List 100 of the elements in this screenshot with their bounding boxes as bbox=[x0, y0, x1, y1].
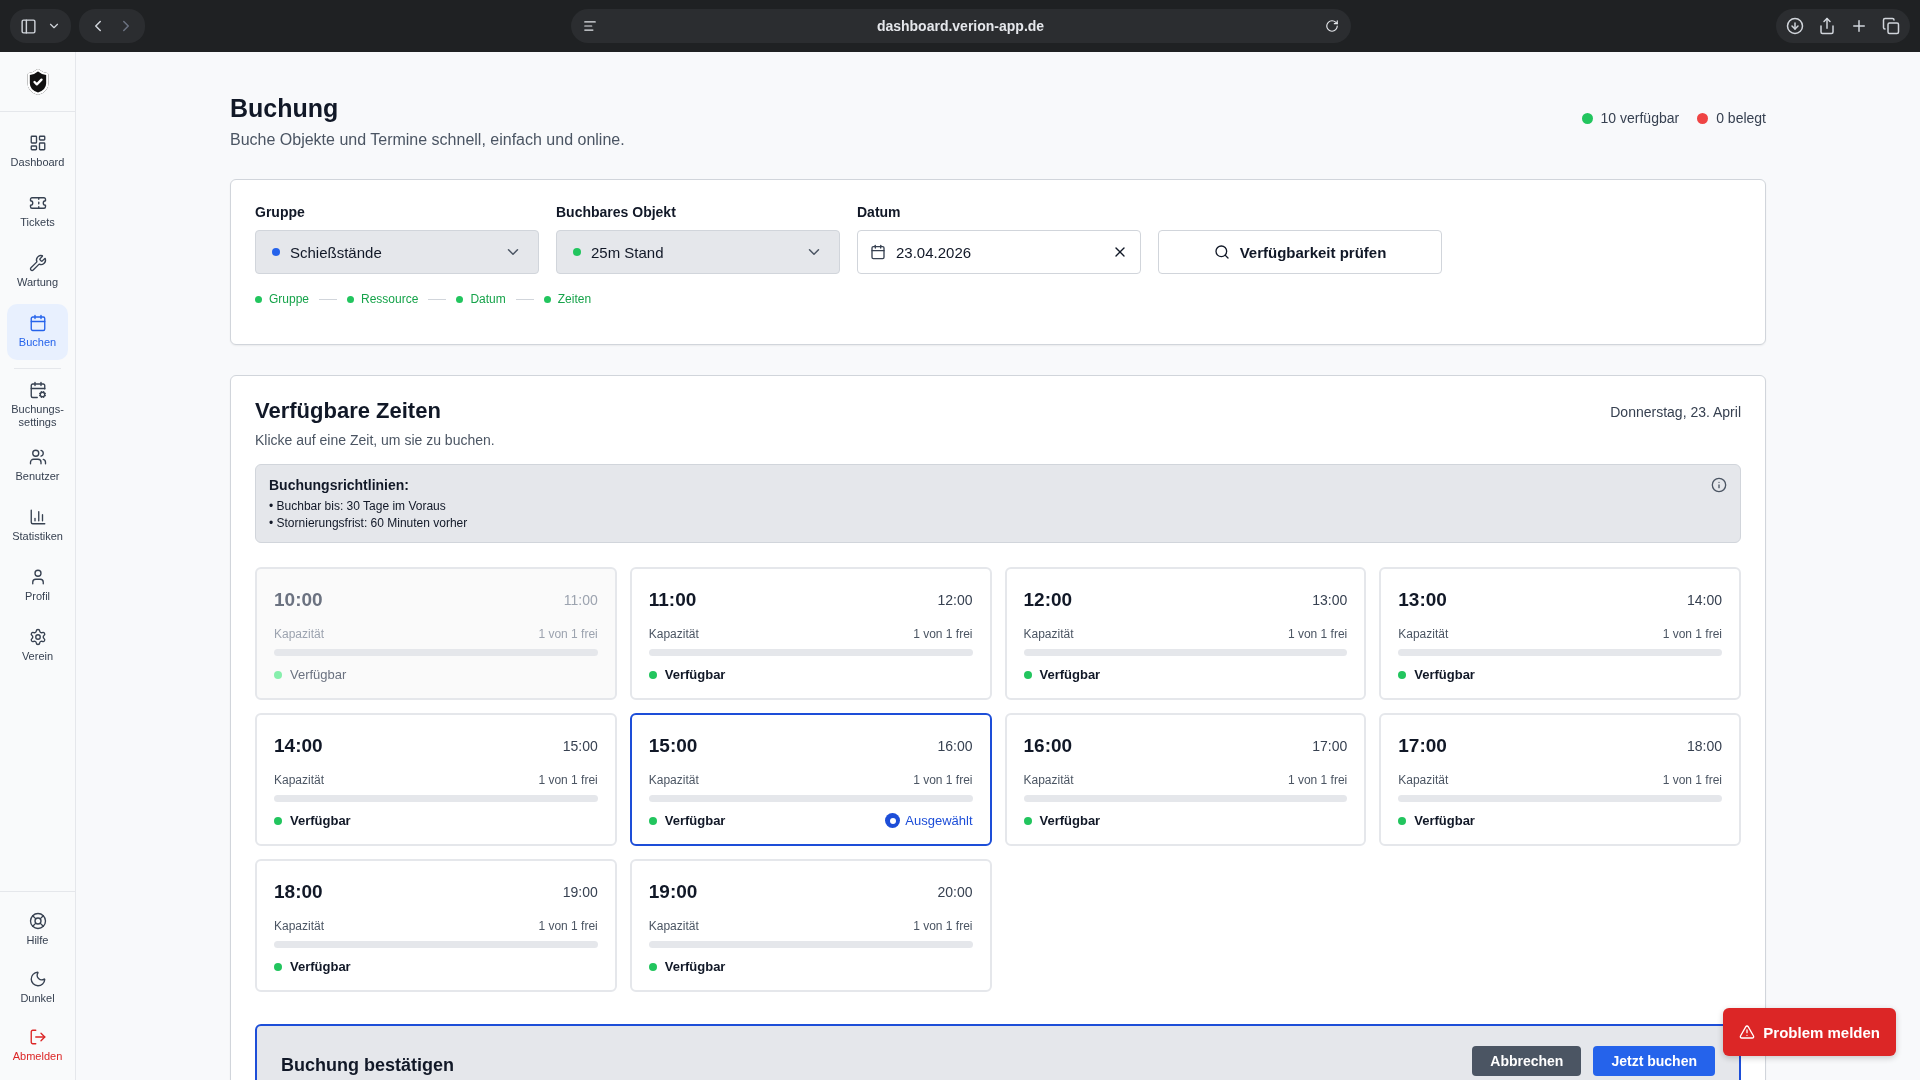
policy-title: Buchungsrichtlinien: bbox=[269, 477, 410, 493]
start-time: 17:00 bbox=[1398, 735, 1447, 757]
tabs-icon[interactable] bbox=[1882, 17, 1900, 35]
capacity-value: 1 von 1 frei bbox=[1287, 773, 1348, 787]
slot-status: Verfügbar bbox=[664, 667, 726, 682]
end-time: 16:00 bbox=[937, 738, 973, 754]
capacity-value: 1 von 1 frei bbox=[1662, 773, 1722, 787]
end-time: 13:00 bbox=[1312, 592, 1348, 608]
slot-status: Verfügbar bbox=[290, 667, 347, 682]
sidebar-item[interactable]: Benutzer bbox=[7, 437, 68, 494]
slot-status: Verfügbar bbox=[664, 813, 726, 828]
status-dot bbox=[1023, 670, 1032, 679]
capacity-label: Kapazität bbox=[648, 919, 699, 933]
dashboard-icon bbox=[28, 134, 47, 153]
end-time: 15:00 bbox=[562, 738, 598, 754]
step-label: Zeiten bbox=[557, 292, 592, 306]
time-slot-card[interactable]: 11:00 12:00 Kapazität 1 von 1 frei Verfügbar bbox=[629, 567, 992, 700]
field-label: Datum bbox=[857, 204, 902, 220]
date-field[interactable]: 23.04.2026 bbox=[857, 230, 1141, 274]
slot-status: Verfügbar bbox=[1414, 667, 1475, 682]
end-time: 18:00 bbox=[1686, 738, 1722, 754]
address-bar[interactable]: dashboard.verion-app.de bbox=[570, 9, 1351, 43]
stat-label: 0 belegt bbox=[1716, 110, 1766, 126]
end-time: 17:00 bbox=[1312, 738, 1348, 754]
sidebar-item[interactable]: Wartung bbox=[7, 244, 68, 300]
date-label: Donnerstag, 23. April bbox=[1610, 404, 1741, 420]
start-time: 19:00 bbox=[648, 881, 698, 903]
capacity-value: 1 von 1 frei bbox=[1287, 627, 1348, 641]
step-label: Gruppe bbox=[269, 292, 310, 306]
status-dot bbox=[1023, 816, 1032, 825]
field-label: Buchbares Objekt bbox=[556, 204, 677, 220]
status-dot bbox=[274, 962, 282, 971]
status-dot bbox=[648, 962, 657, 971]
bar-chart-icon bbox=[28, 507, 47, 526]
sidebar-item[interactable]: Hilfe bbox=[7, 902, 68, 958]
sidebar-item[interactable]: Tickets bbox=[7, 184, 68, 240]
report-problem-button[interactable]: Problem melden bbox=[1723, 1008, 1896, 1056]
start-time: 13:00 bbox=[1398, 589, 1447, 611]
time-slot-card[interactable]: 17:00 18:00 Kapazität 1 von 1 frei Verfügbar bbox=[1379, 713, 1741, 846]
start-time: 18:00 bbox=[274, 881, 323, 903]
start-time: 14:00 bbox=[274, 735, 323, 757]
capacity-value: 1 von 1 frei bbox=[538, 627, 598, 641]
sidebar-item[interactable]: Verein bbox=[7, 617, 68, 674]
time-slot-card[interactable]: 19:00 20:00 Kapazität 1 von 1 frei Verfügbar bbox=[629, 859, 992, 992]
step-label: Datum bbox=[470, 292, 506, 306]
confirm-title: Buchung bestätigen bbox=[281, 1055, 454, 1076]
end-time: 19:00 bbox=[562, 884, 598, 900]
capacity-label: Kapazität bbox=[274, 919, 325, 933]
group-select[interactable]: Schießstände bbox=[255, 230, 539, 274]
check-availability-button[interactable]: Verfügbarkeit prüfen bbox=[1158, 230, 1442, 274]
end-time: 11:00 bbox=[563, 592, 598, 608]
sidebar-toggle-icon[interactable] bbox=[20, 17, 37, 35]
sidebar-item[interactable]: Abmelden bbox=[7, 1018, 68, 1074]
capacity-label: Kapazität bbox=[1023, 627, 1074, 641]
slot-status: Verfügbar bbox=[1414, 813, 1475, 828]
capacity-label: Kapazität bbox=[274, 627, 325, 641]
sidebar-item[interactable]: Statistiken bbox=[7, 497, 68, 554]
sidebar-item[interactable]: Buchen bbox=[7, 304, 68, 360]
logout-icon bbox=[28, 1028, 47, 1047]
slot-status: Verfügbar bbox=[664, 959, 726, 974]
sidebar-item[interactable]: Dashboard bbox=[7, 124, 68, 180]
reload-icon[interactable] bbox=[1324, 19, 1339, 33]
info-icon[interactable] bbox=[1711, 477, 1727, 493]
policy-line: • Buchbar bis: 30 Tage im Voraus bbox=[269, 499, 447, 513]
radio-icon bbox=[885, 813, 901, 828]
start-time: 10:00 bbox=[274, 589, 323, 611]
time-slot-card[interactable]: 18:00 19:00 Kapazität 1 von 1 frei Verfügbar bbox=[255, 859, 617, 992]
capacity-value: 1 von 1 frei bbox=[913, 773, 973, 787]
time-slot-card[interactable]: 14:00 15:00 Kapazität 1 von 1 frei Verfügbar bbox=[255, 713, 617, 846]
book-button[interactable]: Jetzt buchen bbox=[1593, 1046, 1715, 1076]
moon-icon bbox=[28, 970, 47, 989]
status-dot bbox=[1398, 816, 1407, 825]
status-dot bbox=[274, 816, 282, 825]
capacity-label: Kapazität bbox=[1398, 773, 1449, 787]
page-subtitle: Buche Objekte und Termine schnell, einfach und online. bbox=[230, 131, 625, 149]
url-text: dashboard.verion-app.de bbox=[875, 18, 1046, 34]
capacity-value: 1 von 1 frei bbox=[1662, 627, 1722, 641]
slot-status: Verfügbar bbox=[1039, 667, 1101, 682]
step-label: Ressource bbox=[361, 292, 419, 306]
section-subtitle: Klicke auf eine Zeit, um sie zu buchen. bbox=[255, 432, 495, 448]
capacity-value: 1 von 1 frei bbox=[913, 627, 973, 641]
time-slot-card[interactable]: 15:00 16:00 Kapazität 1 von 1 frei Verfügbar Ausgewählt bbox=[629, 713, 992, 846]
share-icon[interactable] bbox=[1818, 17, 1836, 35]
start-time: 12:00 bbox=[1023, 589, 1073, 611]
new-tab-icon[interactable] bbox=[1850, 17, 1868, 35]
page-icon bbox=[582, 19, 597, 33]
cancel-button[interactable]: Abbrechen bbox=[1472, 1046, 1582, 1076]
object-select[interactable]: 25m Stand bbox=[556, 230, 840, 274]
time-slot-card[interactable]: 12:00 13:00 Kapazität 1 von 1 frei Verfügbar bbox=[1004, 567, 1367, 700]
search-icon bbox=[1213, 244, 1230, 260]
time-slot-card[interactable]: 13:00 14:00 Kapazität 1 von 1 frei Verfügbar bbox=[1379, 567, 1741, 700]
sidebar-item[interactable]: Dunkel bbox=[7, 960, 68, 1016]
capacity-label: Kapazität bbox=[1023, 773, 1074, 787]
calendar-icon bbox=[28, 314, 47, 333]
sidebar-item[interactable]: Buchungs-settings bbox=[7, 377, 68, 434]
download-icon[interactable] bbox=[1786, 17, 1804, 35]
field-label: Gruppe bbox=[255, 204, 306, 220]
sidebar-item[interactable]: Profil bbox=[7, 557, 68, 614]
time-slot-card[interactable]: 16:00 17:00 Kapazität 1 von 1 frei Verfügbar bbox=[1004, 713, 1367, 846]
wrench-icon bbox=[28, 254, 47, 273]
